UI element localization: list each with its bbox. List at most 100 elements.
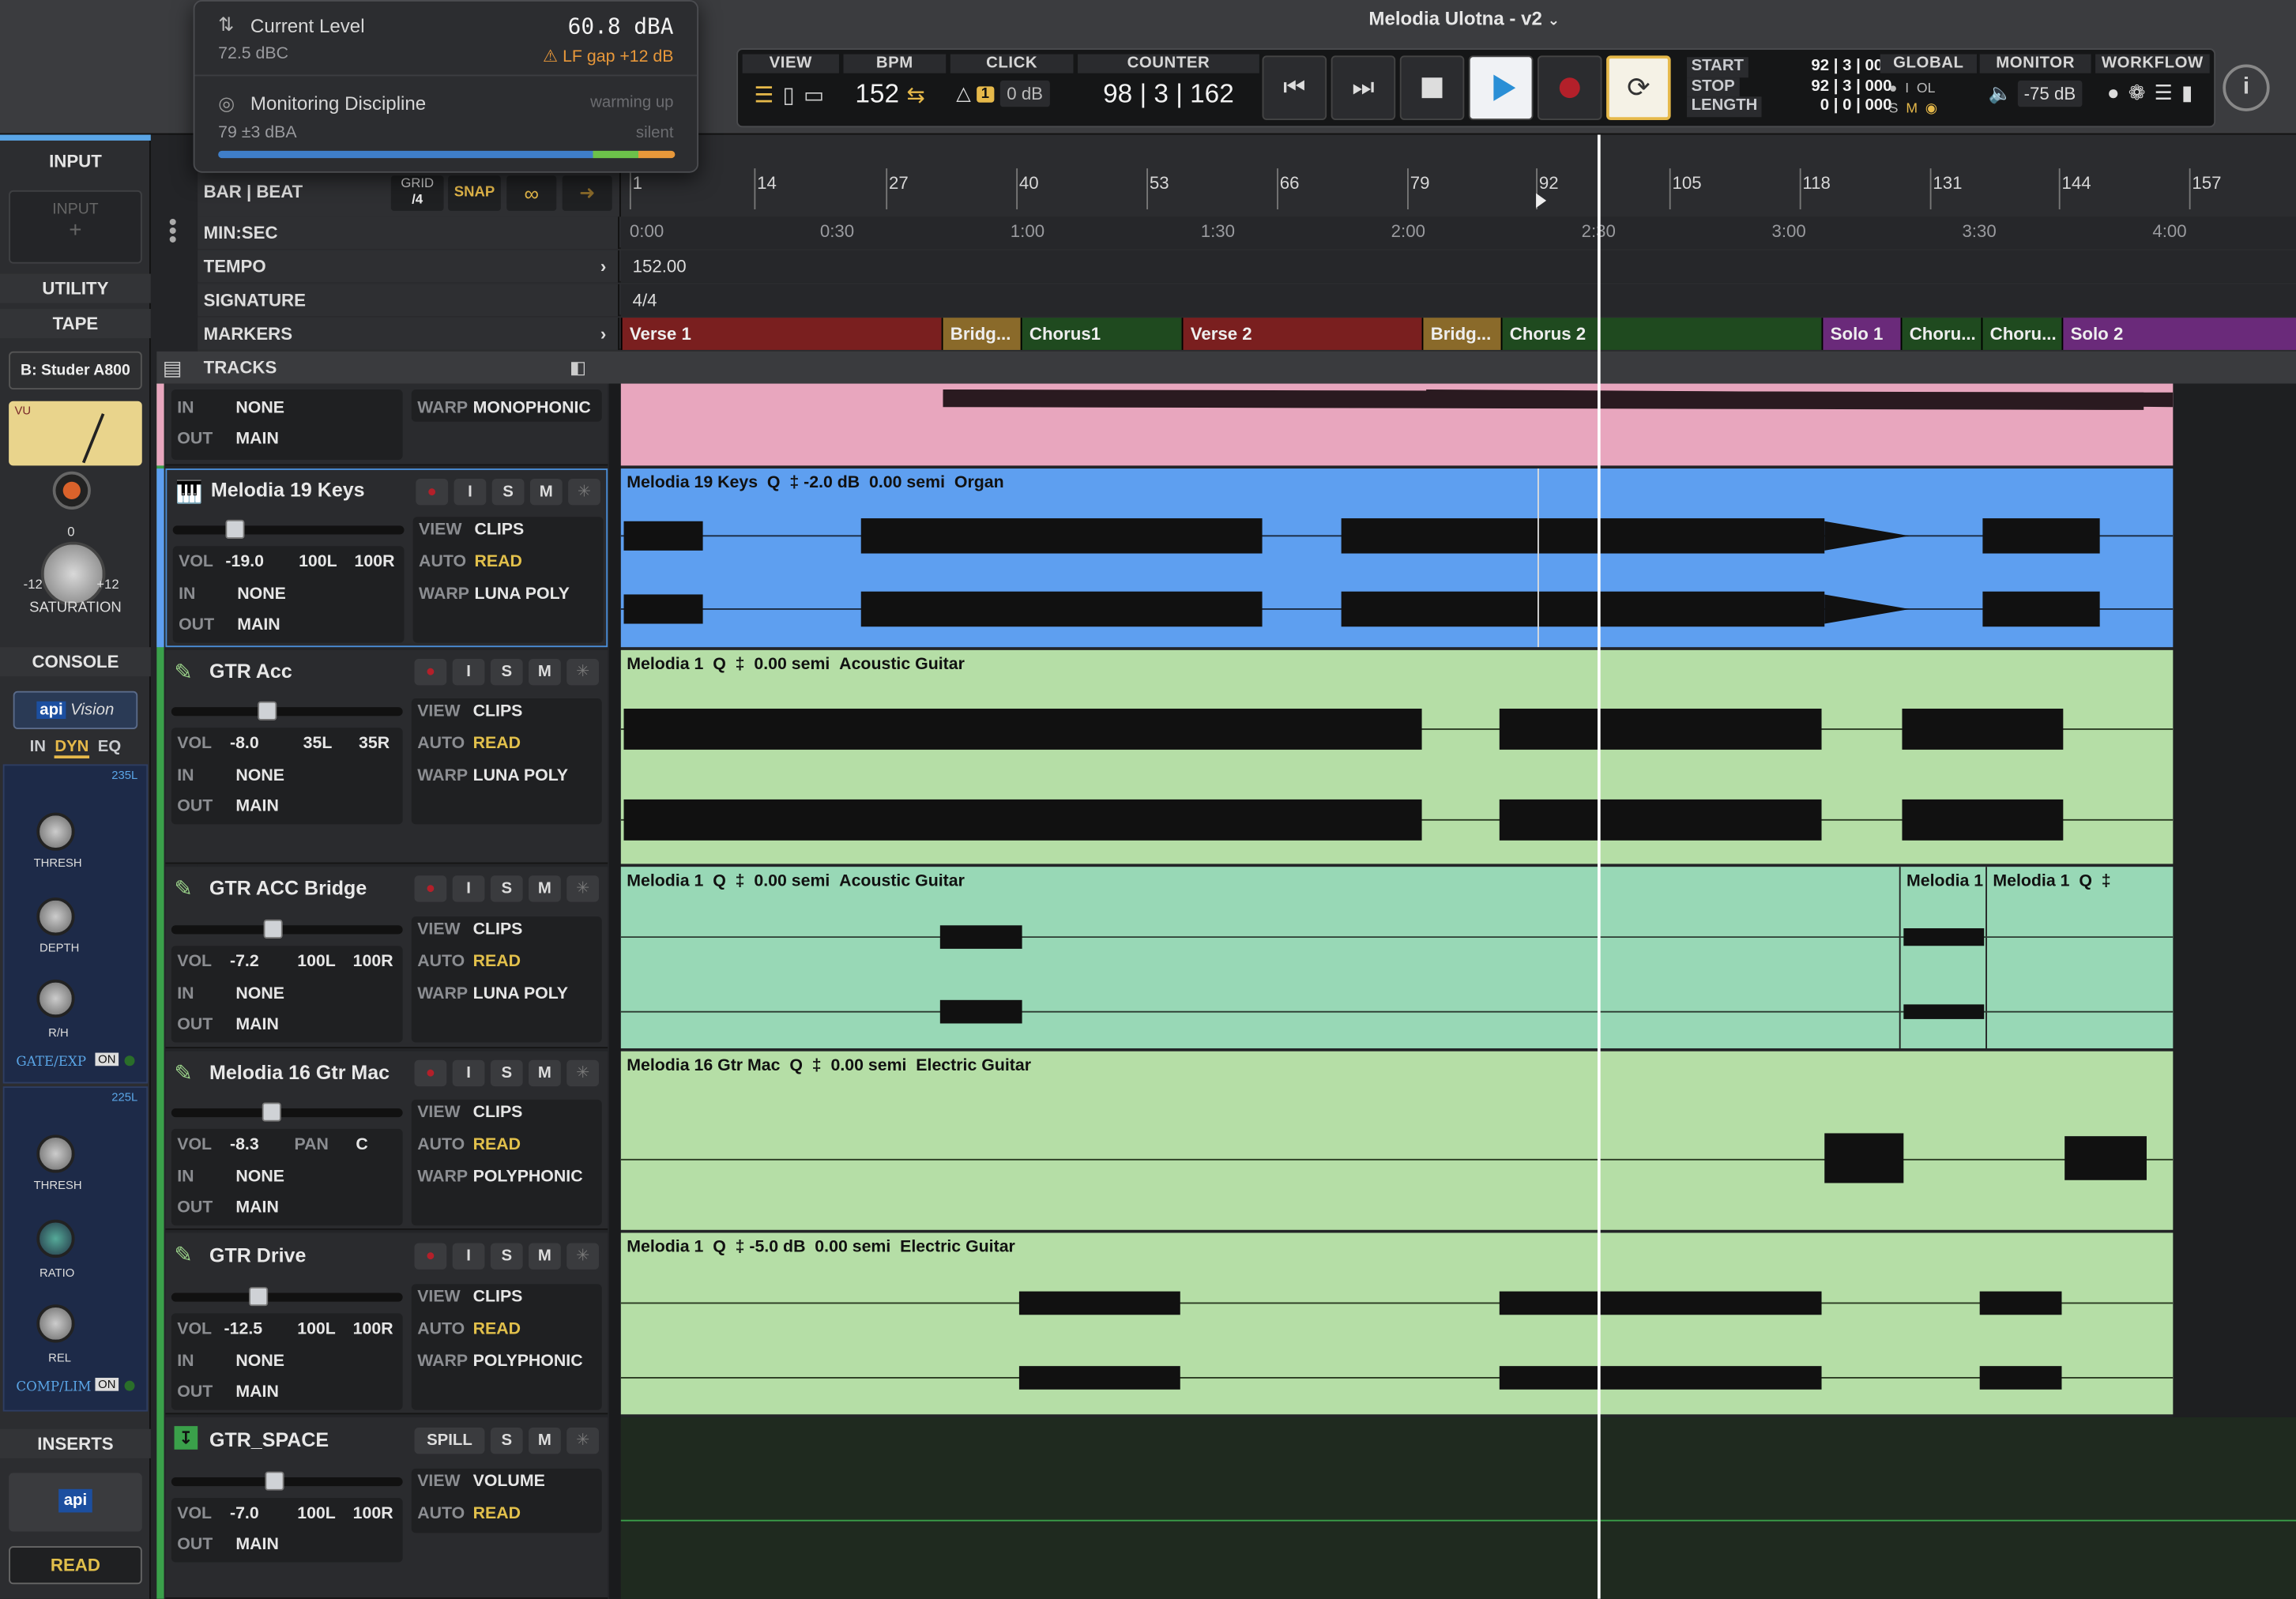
track-name[interactable]: GTR Acc [209,660,292,683]
rel-knob[interactable] [36,1304,75,1343]
marker-chorus[interactable]: Chorus 2 [1500,318,1822,350]
mute-button[interactable]: M [529,875,561,902]
track-name[interactable]: GTR ACC Bridge [209,877,367,899]
marker-solo[interactable]: Solo 1 [1821,318,1901,350]
warp-value[interactable]: LUNA POLY [473,767,568,784]
pan-value[interactable]: C [356,1136,367,1153]
counter-value[interactable]: 98 | 3 | 162 [1078,73,1259,110]
metronome-icon[interactable]: △ [956,82,971,106]
clip-track-3[interactable]: Melodia 1 Q ‡ 0.00 semi Acoustic Guitar … [620,867,2174,1048]
track-header-3[interactable]: ✎ GTR ACC Bridge ● I S M ✳ VOL -7.2 100L… [165,867,608,1048]
thresh-knob[interactable] [36,812,75,851]
track-header-6[interactable]: ↧ GTR_SPACE SPILL S M ✳ VOL -7.0 100L 10… [165,1417,608,1599]
tape-header[interactable]: TAPE [0,309,151,339]
volume-automation-line[interactable] [620,1519,2296,1522]
utility-header[interactable]: UTILITY [0,273,151,303]
out-value[interactable]: MAIN [235,1199,278,1217]
in-value[interactable]: NONE [237,585,286,603]
solo-button[interactable]: S [490,658,523,686]
record-button[interactable] [1537,55,1602,120]
depth-knob[interactable] [36,897,75,936]
pan-left[interactable]: 35L [303,735,333,752]
track-header-0[interactable]: IN NONE OUT MAIN WARP MONOPHONIC [165,383,608,466]
marker-bridge[interactable]: Bridg... [1421,318,1501,350]
marker-verse[interactable]: Verse 2 [1181,318,1422,350]
spill-button[interactable]: SPILL [414,1427,485,1454]
comp-thresh-knob[interactable] [36,1134,75,1173]
pan-right[interactable]: 35R [359,735,390,752]
fader-handle[interactable] [225,519,245,540]
volume-fader[interactable] [171,701,403,720]
auto-value[interactable]: READ [474,554,521,571]
auto-value[interactable]: READ [473,1136,521,1153]
screen-icon[interactable]: ▭ [804,82,824,109]
palette-icon[interactable]: ❁ [2129,81,2146,106]
tracks-icon[interactable]: ▤ [163,356,183,381]
global-mute[interactable]: M [1906,101,1918,117]
marker-chorus[interactable]: Choru... [1981,318,2062,350]
in-value[interactable]: NONE [235,985,284,1003]
solo-button[interactable]: S [490,875,523,902]
track-name[interactable]: Melodia 19 Keys [211,479,365,501]
rh-knob[interactable] [36,979,75,1018]
input-monitor-button[interactable]: I [452,1059,485,1087]
playhead[interactable] [1597,134,1601,1599]
loop-button[interactable]: ⟳ [1606,55,1671,120]
pan-left[interactable]: 100L [297,954,336,971]
inserts-header[interactable]: INSERTS [0,1428,151,1458]
track-view-icon[interactable]: ◧ [570,357,586,378]
console-header[interactable]: CONSOLE [0,647,151,677]
out-value[interactable]: MAIN [235,1536,278,1553]
track-name[interactable]: GTR Drive [209,1244,306,1266]
volume-fader[interactable] [171,1471,403,1491]
stop-button[interactable] [1399,55,1465,120]
play-marker-icon[interactable] [1536,193,1547,209]
fader-handle[interactable] [262,1102,281,1122]
in-value[interactable]: NONE [235,1168,284,1186]
warp-value[interactable]: POLYPHONIC [473,1353,583,1370]
window-title[interactable]: Melodia Ulotna - v2 ⌄ [1318,7,1611,29]
tape-record-button[interactable] [52,471,91,510]
clip-track-0[interactable] [620,383,2174,466]
pan-right[interactable]: 100R [355,554,395,571]
mute-button[interactable]: M [529,1427,561,1454]
pan-left[interactable]: 100L [297,1505,336,1522]
follow-icon[interactable]: ➜ [562,175,612,211]
warp-value[interactable]: POLYPHONIC [473,1168,583,1186]
settings-gear-icon[interactable]: ✳ [566,1059,600,1087]
snap-button[interactable]: SNAP [448,175,501,211]
out-value[interactable]: MAIN [237,616,280,634]
marker-chorus[interactable]: Choru... [1900,318,1982,350]
ratio-knob[interactable] [36,1219,75,1258]
warp-value[interactable]: LUNA POLY [473,985,568,1003]
view-value[interactable]: CLIPS [473,921,523,939]
view-value[interactable]: VOLUME [473,1473,545,1490]
tap-tempo-icon[interactable]: ⇆ [906,84,924,109]
solo-button[interactable]: S [491,479,525,506]
input-slot[interactable]: INPUT + [9,190,142,264]
out-value[interactable]: MAIN [235,1383,278,1401]
pan-left[interactable]: 100L [297,1321,336,1338]
time-ticks[interactable]: 0:000:301:001:302:002:303:003:304:00 [620,216,2296,250]
marker-verse[interactable]: Verse 1 [620,318,942,350]
more-icon[interactable]: • • • [165,212,180,253]
settings-gear-icon[interactable]: ✳ [568,479,600,506]
input-monitor-button[interactable]: I [454,479,487,506]
out-value[interactable]: MAIN [235,431,278,448]
menu-icon[interactable]: ☰ [2155,81,2173,106]
read-button[interactable]: READ [9,1546,142,1585]
gate-on-button[interactable]: ON [95,1052,119,1067]
list-view-icon[interactable]: ☰ [754,82,773,109]
vol-value[interactable]: -19.0 [225,554,264,571]
input-monitor-button[interactable]: I [452,1243,485,1270]
pan-right[interactable]: 100R [353,1321,393,1338]
mute-button[interactable]: M [529,479,563,506]
track-name[interactable]: Melodia 16 Gtr Mac [209,1062,390,1084]
auto-value[interactable]: READ [473,954,521,971]
circle-icon[interactable]: ● [2107,81,2120,106]
out-value[interactable]: MAIN [235,798,278,815]
input-monitor-button[interactable]: I [452,658,485,686]
marker-chorus[interactable]: Chorus1 [1020,318,1182,350]
clip-track-4[interactable]: Melodia 16 Gtr Mac Q ‡ 0.00 semi Electri… [620,1051,2174,1230]
settings-gear-icon[interactable]: ✳ [566,875,600,902]
